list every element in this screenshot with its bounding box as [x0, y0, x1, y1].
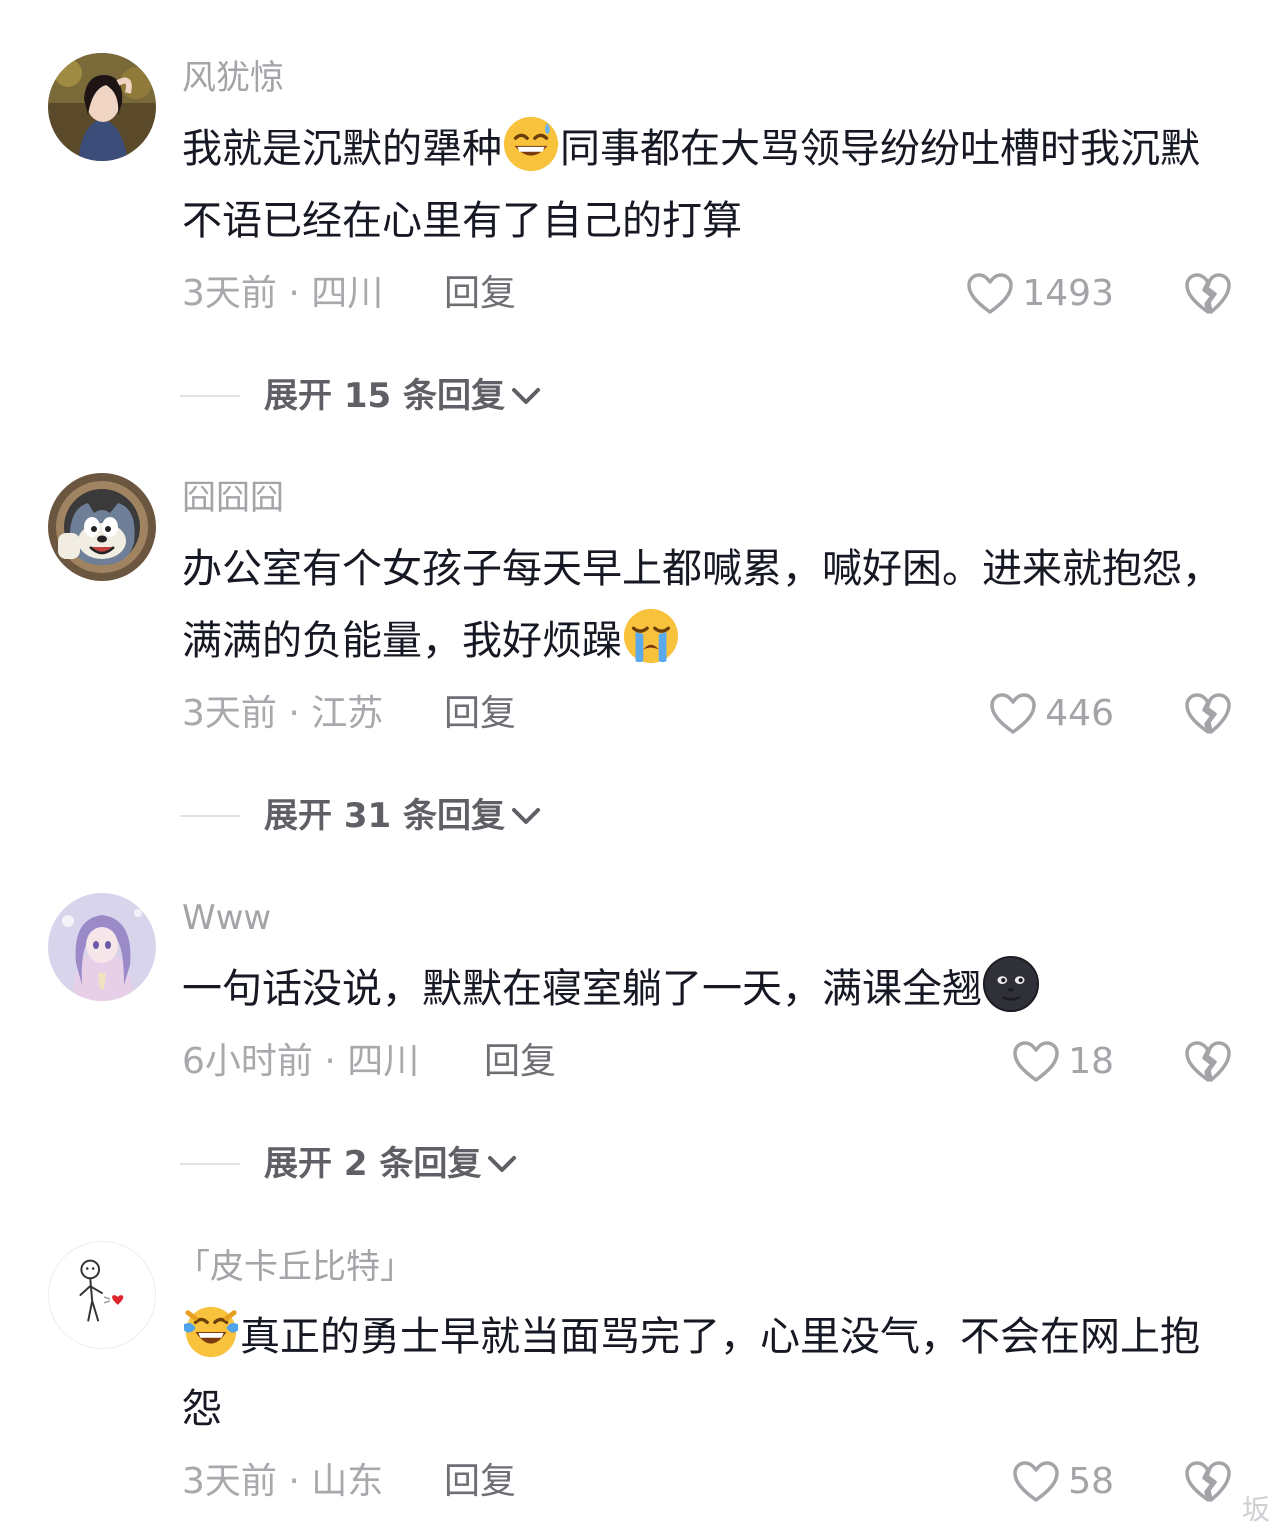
expand-replies[interactable]: 展开 15 条回复 [180, 376, 543, 416]
reply-button[interactable]: 回复 [444, 692, 516, 736]
like-count: 58 [1068, 1461, 1114, 1502]
grinning-sweat-emoji [503, 116, 559, 172]
time-location: 3天前 · 江苏 [182, 693, 384, 734]
chevron-down-icon [488, 1156, 517, 1172]
broken-heart-icon [1185, 693, 1231, 734]
divider [180, 395, 240, 397]
heart-icon [990, 693, 1037, 734]
watermark: 坂 [1241, 1493, 1270, 1526]
username[interactable]: 风犹惊 [182, 58, 284, 98]
avatar[interactable] [48, 1241, 156, 1349]
heart-icon [967, 273, 1014, 314]
heart-icon [1013, 1461, 1059, 1502]
broken-heart-icon [1185, 1041, 1231, 1082]
like-count: 18 [1068, 1041, 1114, 1082]
dislike-button[interactable] [1184, 1460, 1232, 1508]
comment-text: 我就是沉默的犟种 同事都在大骂领导纷纷吐槽时我沉默不语已经在心里有了自己的打算 [182, 113, 1232, 257]
new-moon-face-emoji [982, 955, 1040, 1013]
like-button[interactable]: 446 [989, 692, 1114, 736]
dislike-button[interactable] [1184, 272, 1232, 320]
broken-heart-icon [1185, 273, 1231, 314]
broken-heart-icon [1185, 1461, 1231, 1502]
comment-text: 一句话没说，默默在寝室躺了一天，满课全翘 [182, 953, 1232, 1025]
like-button[interactable]: 1493 [966, 272, 1114, 316]
like-count: 1493 [1022, 273, 1114, 314]
avatar[interactable] [48, 893, 156, 1001]
expand-replies[interactable]: 展开 2 条回复 [180, 1144, 519, 1184]
avatar[interactable] [48, 53, 156, 161]
username[interactable]: 「皮卡丘比特」 [176, 1247, 414, 1287]
reply-button[interactable]: 回复 [444, 1460, 516, 1504]
comment-text: 真正的勇士早就当面骂完了，心里没气，不会在网上抱怨 [182, 1301, 1232, 1445]
reply-button[interactable]: 回复 [484, 1040, 556, 1084]
username[interactable]: Www [182, 898, 271, 938]
like-count: 446 [1045, 693, 1114, 734]
expand-replies-label: 展开 15 条回复 [264, 376, 505, 416]
comment-text-part: 一句话没说，默默在寝室躺了一天，满课全翘 [182, 966, 982, 1012]
like-button[interactable]: 58 [1012, 1460, 1114, 1504]
time-location: 6小时前 · 四川 [182, 1041, 420, 1082]
chevron-down-icon [512, 808, 540, 824]
expand-replies-label: 展开 31 条回复 [264, 796, 505, 836]
comment-text-part: 办公室有个女孩子每天早上都喊累，喊好困。进来就抱怨，满满的负能量，我好烦躁 [182, 546, 1222, 664]
like-button[interactable]: 18 [1012, 1040, 1114, 1084]
comment-text: 办公室有个女孩子每天早上都喊累，喊好困。进来就抱怨，满满的负能量，我好烦躁 [182, 533, 1232, 677]
loudly-crying-emoji [623, 608, 679, 664]
reply-button[interactable]: 回复 [444, 272, 516, 316]
comment-text-part: 真正的勇士早就当面骂完了，心里没气，不会在网上抱怨 [182, 1314, 1200, 1432]
expand-replies[interactable]: 展开 31 条回复 [180, 796, 543, 836]
divider [180, 815, 240, 817]
avatar[interactable] [48, 473, 156, 581]
comment-text-part: 我就是沉默的犟种 [182, 126, 502, 172]
dislike-button[interactable] [1184, 1040, 1232, 1088]
expand-replies-label: 展开 2 条回复 [264, 1144, 482, 1184]
username[interactable]: 囧囧囧 [182, 478, 284, 518]
time-location: 3天前 · 四川 [182, 273, 384, 314]
divider [180, 1163, 240, 1165]
time-location: 3天前 · 山东 [182, 1461, 384, 1502]
dislike-button[interactable] [1184, 692, 1232, 740]
tears-of-joy-emoji [183, 1306, 239, 1358]
chevron-down-icon [512, 388, 540, 404]
heart-icon [1013, 1041, 1059, 1082]
